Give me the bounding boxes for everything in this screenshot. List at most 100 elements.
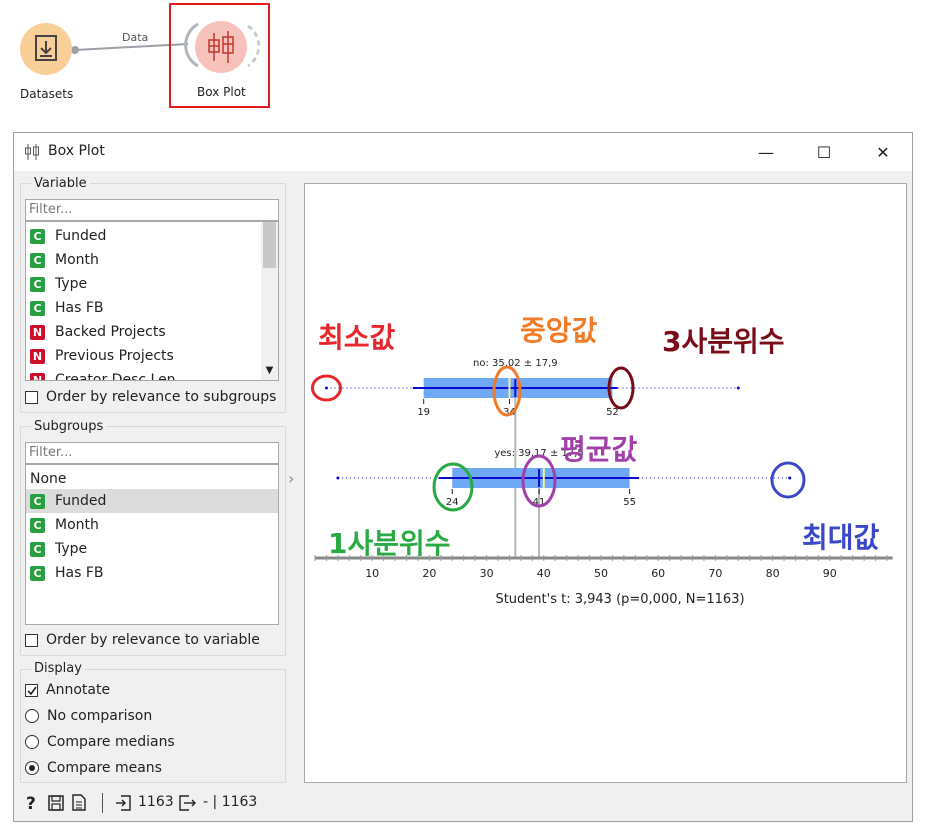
categorical-icon: C bbox=[30, 517, 45, 533]
x-tick-label: 60 bbox=[651, 567, 665, 580]
x-tick-label: 50 bbox=[594, 567, 608, 580]
subgroup-none-label: None bbox=[30, 471, 67, 487]
variable-item-label: Type bbox=[55, 276, 88, 292]
variable-item-type[interactable]: C Type bbox=[26, 272, 278, 296]
x-tick-label: 80 bbox=[766, 567, 780, 580]
categorical-icon: C bbox=[30, 541, 45, 557]
subgroup-item-type[interactable]: C Type bbox=[26, 537, 278, 561]
annotate-checkbox[interactable]: Annotate bbox=[25, 682, 110, 698]
order-by-variable-checkbox[interactable]: Order by relevance to variable bbox=[25, 632, 260, 648]
numeric-icon: N bbox=[30, 324, 45, 340]
title-bar[interactable]: Box Plot — ☐ ✕ bbox=[14, 133, 912, 171]
annot-label-yes-q3: 55 bbox=[623, 497, 636, 508]
subgroup-item-label: Month bbox=[55, 517, 99, 533]
annotation-mean: 평균값 bbox=[560, 433, 638, 466]
x-tick-label: 70 bbox=[708, 567, 722, 580]
workflow-canvas: Data Datasets Box Plot bbox=[0, 0, 928, 132]
status-divider bbox=[102, 793, 103, 813]
annot-label-yes-q1: 24 bbox=[446, 497, 459, 508]
subgroup-item-has-fb[interactable]: C Has FB bbox=[26, 561, 278, 585]
order-by-variable-label: Order by relevance to variable bbox=[46, 632, 260, 648]
max-point-yes bbox=[788, 476, 792, 480]
subgroup-item-month[interactable]: C Month bbox=[26, 513, 278, 537]
no-comparison-radio[interactable]: No comparison bbox=[25, 708, 152, 724]
check-icon bbox=[27, 686, 37, 695]
subgroups-group-title: Subgroups bbox=[31, 419, 107, 434]
numeric-icon: N bbox=[30, 372, 45, 380]
annot-label-no-q3: 52 bbox=[606, 407, 619, 418]
link-label: Data bbox=[122, 31, 149, 44]
radio-circle[interactable] bbox=[25, 735, 39, 749]
compare-medians-label: Compare medians bbox=[47, 734, 175, 750]
boxplot-node[interactable] bbox=[195, 21, 247, 73]
output-count: - | 1163 bbox=[203, 794, 258, 810]
checkbox-box[interactable] bbox=[25, 683, 38, 697]
maximize-button[interactable]: ☐ bbox=[795, 133, 853, 171]
x-tick-label: 20 bbox=[422, 567, 436, 580]
save-icon[interactable] bbox=[48, 795, 64, 811]
subgroup-item-label: Has FB bbox=[55, 565, 104, 581]
numeric-icon: N bbox=[30, 348, 45, 364]
max-point-no bbox=[736, 386, 740, 390]
subgroups-list[interactable]: None C Funded C Month C Type C Has FB bbox=[25, 464, 279, 625]
scroll-thumb[interactable] bbox=[263, 222, 276, 268]
datasets-node[interactable] bbox=[20, 23, 72, 75]
variable-item-label: Month bbox=[55, 252, 99, 268]
checkbox-box[interactable] bbox=[25, 633, 38, 647]
statistic-text: Student's t: 3,943 (p=0,000, N=1163) bbox=[495, 592, 744, 607]
compare-means-radio[interactable]: Compare means bbox=[25, 760, 162, 776]
variable-item-month[interactable]: C Month bbox=[26, 248, 278, 272]
close-button[interactable]: ✕ bbox=[854, 133, 912, 171]
variable-item-label: Backed Projects bbox=[55, 324, 166, 340]
canvas-link bbox=[71, 22, 261, 68]
x-tick-label: 30 bbox=[480, 567, 494, 580]
annot-label-no-q1: 19 bbox=[417, 407, 430, 418]
report-icon[interactable] bbox=[72, 794, 86, 811]
variable-item-label: Creator Desc Len bbox=[55, 372, 176, 381]
collapse-arrow-icon[interactable]: › bbox=[288, 469, 294, 488]
categorical-icon: C bbox=[30, 565, 45, 581]
annotation-min: 최소값 bbox=[318, 321, 396, 354]
svg-text:?: ? bbox=[26, 794, 36, 812]
order-by-subgroups-checkbox[interactable]: Order by relevance to subgroups bbox=[25, 389, 276, 405]
categorical-icon: C bbox=[30, 300, 45, 316]
categorical-icon: C bbox=[30, 276, 45, 292]
variable-item-funded[interactable]: C Funded bbox=[26, 224, 278, 248]
minimize-button[interactable]: — bbox=[737, 133, 795, 171]
order-by-subgroups-label: Order by relevance to subgroups bbox=[46, 389, 277, 405]
radio-circle[interactable] bbox=[25, 709, 39, 723]
subgroup-item-funded[interactable]: C Funded bbox=[26, 489, 278, 513]
x-tick-label: 40 bbox=[537, 567, 551, 580]
variable-filter-input[interactable]: Filter... bbox=[25, 199, 279, 221]
scroll-down-icon[interactable]: ▼ bbox=[261, 362, 278, 380]
subgroup-item-label: Type bbox=[55, 541, 88, 557]
variable-item-previous-projects[interactable]: N Previous Projects bbox=[26, 344, 278, 368]
variable-item-label: Funded bbox=[55, 228, 107, 244]
variable-item-backed-projects[interactable]: N Backed Projects bbox=[26, 320, 278, 344]
annotation-max: 최대값 bbox=[802, 521, 880, 554]
subgroup-none[interactable]: None bbox=[30, 467, 67, 491]
compare-means-label: Compare means bbox=[47, 760, 162, 776]
variable-list[interactable]: C Funded C Month C Type C Has FB N Backed Project… bbox=[25, 221, 279, 381]
subgroups-filter-input[interactable]: Filter... bbox=[25, 442, 279, 464]
compare-medians-radio[interactable]: Compare medians bbox=[25, 734, 175, 750]
boxplot-label: Box Plot bbox=[197, 85, 246, 99]
categorical-icon: C bbox=[30, 252, 45, 268]
boxplot-window: Box Plot — ☐ ✕ Variable Filter... C Funde… bbox=[13, 132, 913, 822]
annotation-median: 중앙값 bbox=[520, 314, 598, 347]
boxplot-chart: no: 35,02 ± 17,919 34 52yes: 39,17 ± 17,52… bbox=[310, 358, 893, 607]
variable-item-creator-desc-len[interactable]: N Creator Desc Len bbox=[26, 368, 278, 381]
checkbox-box[interactable] bbox=[25, 390, 38, 404]
min-point-yes bbox=[336, 476, 340, 480]
variable-list-scrollbar[interactable]: ▲ ▼ bbox=[261, 222, 278, 380]
datasets-label: Datasets bbox=[20, 87, 74, 101]
row-label-no: no: 35,02 ± 17,9 bbox=[473, 358, 558, 369]
radio-circle[interactable] bbox=[25, 761, 39, 775]
subgroup-item-label: Funded bbox=[55, 493, 107, 509]
x-tick-label: 10 bbox=[365, 567, 379, 580]
max-highlight-ellipse bbox=[770, 461, 806, 499]
help-icon[interactable]: ? bbox=[24, 794, 40, 812]
variable-group-title: Variable bbox=[31, 176, 90, 191]
categorical-icon: C bbox=[30, 228, 45, 244]
variable-item-has-fb[interactable]: C Has FB bbox=[26, 296, 278, 320]
